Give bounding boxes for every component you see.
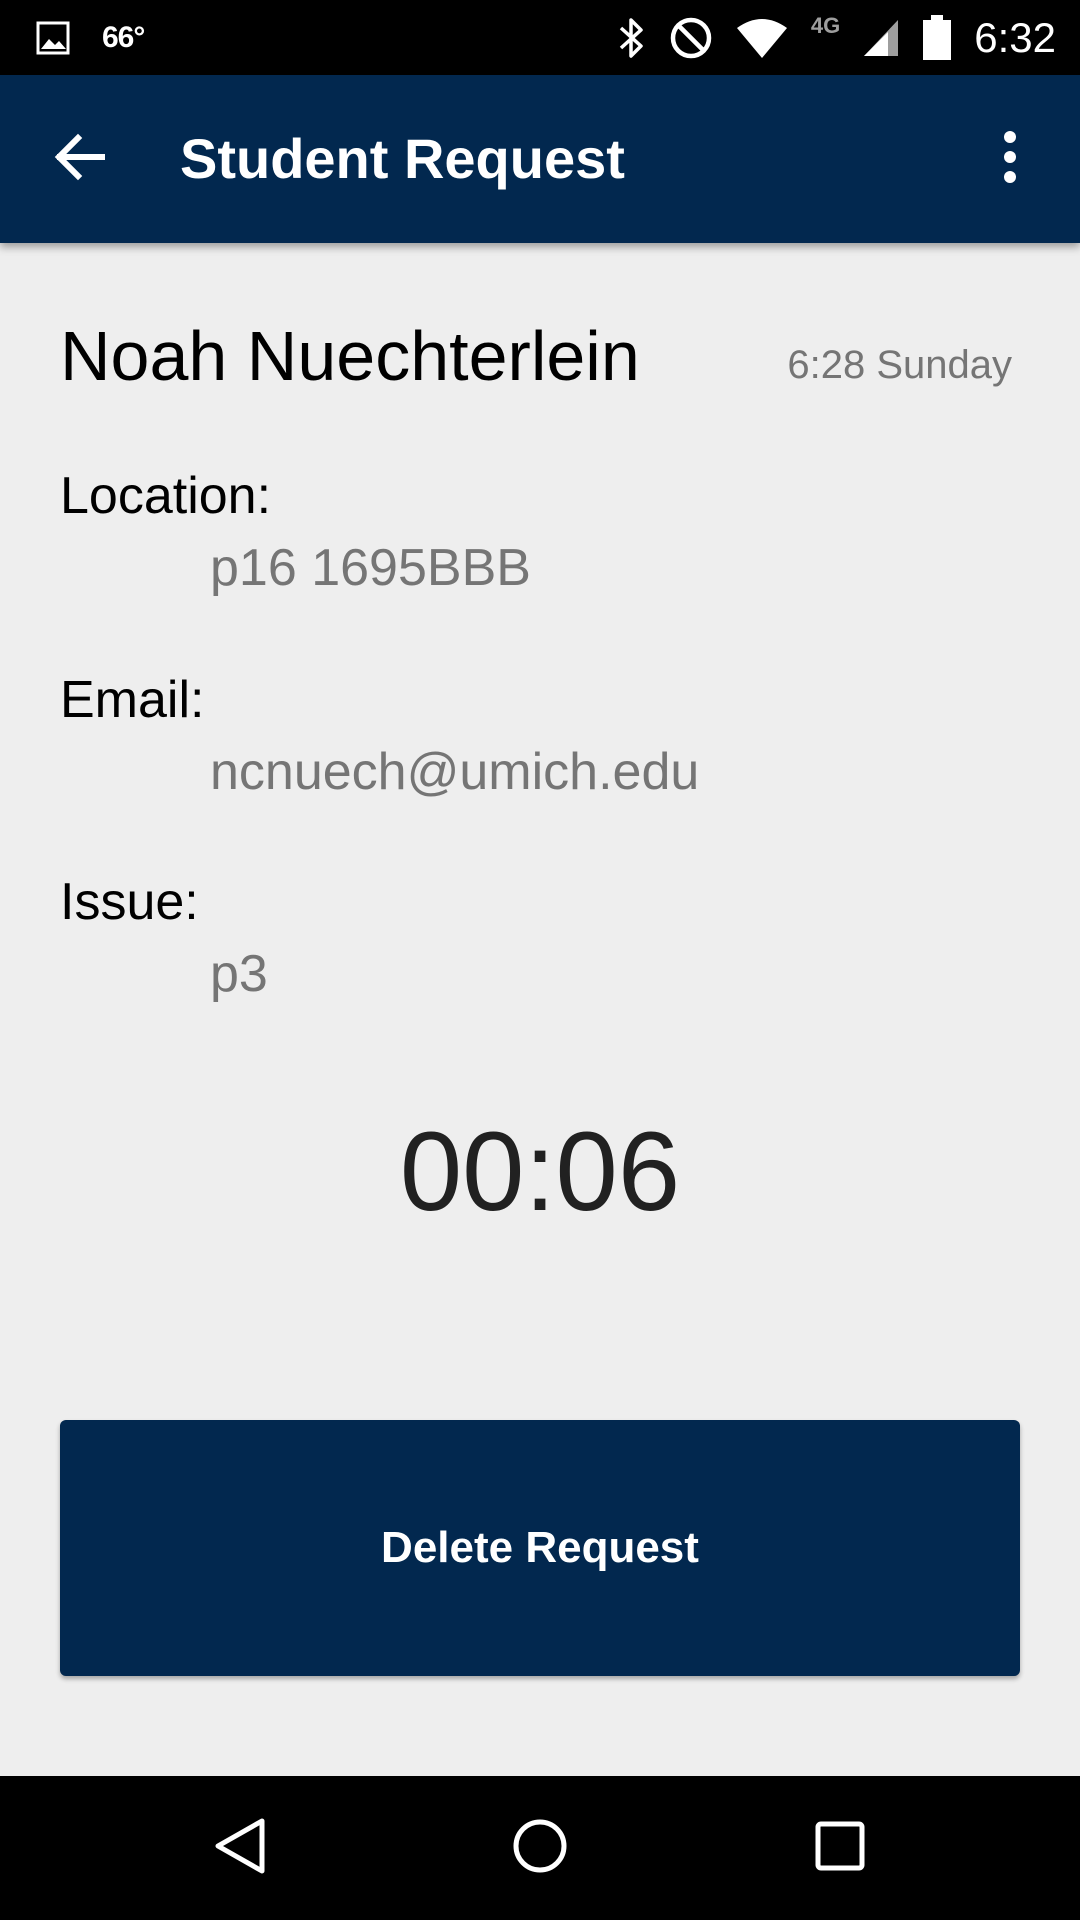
do-not-disturb-icon [669, 16, 713, 60]
request-time: 6:28 Sunday [787, 343, 1012, 387]
issue-label: Issue: [60, 873, 199, 931]
nav-home-button[interactable] [500, 1808, 580, 1888]
issue-value: p3 [210, 945, 268, 1003]
wifi-icon [735, 16, 789, 60]
status-bar: 66° 4G 6:32 [0, 0, 1080, 75]
network-type-text: 4G [810, 12, 841, 38]
location-value: p16 1695BBB [210, 539, 531, 597]
recents-square-icon [814, 1820, 866, 1877]
location-label: Location: [60, 467, 272, 525]
delete-request-button[interactable]: Delete Request [60, 1420, 1020, 1676]
back-triangle-icon [212, 1816, 268, 1881]
more-vert-icon [1003, 130, 1017, 188]
back-button[interactable] [40, 119, 120, 199]
image-icon [36, 21, 70, 55]
overflow-menu-button[interactable] [980, 119, 1040, 199]
battery-icon [922, 14, 952, 62]
navigation-bar [0, 1776, 1080, 1920]
nav-recents-button[interactable] [800, 1808, 880, 1888]
email-label: Email: [60, 671, 205, 729]
signal-icon [862, 18, 900, 58]
email-value: ncnuech@umich.edu [210, 743, 700, 801]
app-bar: Student Request [0, 75, 1080, 243]
home-circle-icon [512, 1818, 568, 1879]
nav-back-button[interactable] [200, 1808, 280, 1888]
back-arrow-icon [54, 133, 106, 186]
clock-text: 6:32 [974, 13, 1056, 61]
elapsed-timer: 00:06 [399, 1109, 681, 1234]
bluetooth-icon [617, 16, 647, 60]
student-name: Noah Nuechterlein [60, 317, 640, 395]
temperature-text: 66° [102, 20, 145, 54]
page-title: Student Request [180, 127, 625, 190]
